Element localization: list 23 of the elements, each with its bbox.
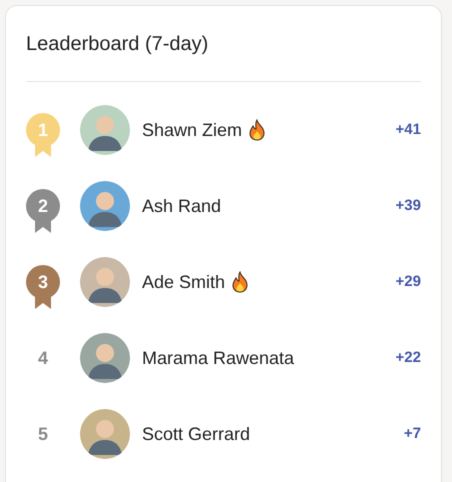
avatar — [80, 409, 130, 459]
points: +22 — [396, 348, 421, 368]
avatar — [80, 181, 130, 231]
avatar — [80, 333, 130, 383]
rank-number: 5 — [36, 422, 49, 446]
rank-number: 4 — [36, 346, 49, 370]
card-title: Leaderboard (7-day) — [26, 32, 210, 57]
flame-icon — [248, 119, 266, 141]
rank-number: 2 — [36, 194, 49, 218]
avatar — [80, 105, 130, 155]
player-name: Ash Rand — [142, 194, 222, 218]
player-name: Ade Smith — [142, 270, 226, 294]
player-name: Scott Gerrard — [142, 422, 250, 446]
flame-icon — [231, 271, 250, 293]
points: +39 — [396, 196, 421, 216]
points: +7 — [404, 424, 421, 444]
player-name: Marama Rawenata — [142, 346, 294, 370]
player-name: Shawn Ziem — [142, 118, 242, 142]
rank-number: 1 — [36, 118, 49, 142]
points: +41 — [396, 120, 421, 140]
points: +29 — [396, 272, 421, 292]
avatar — [80, 257, 130, 307]
rank-number: 3 — [36, 270, 49, 294]
